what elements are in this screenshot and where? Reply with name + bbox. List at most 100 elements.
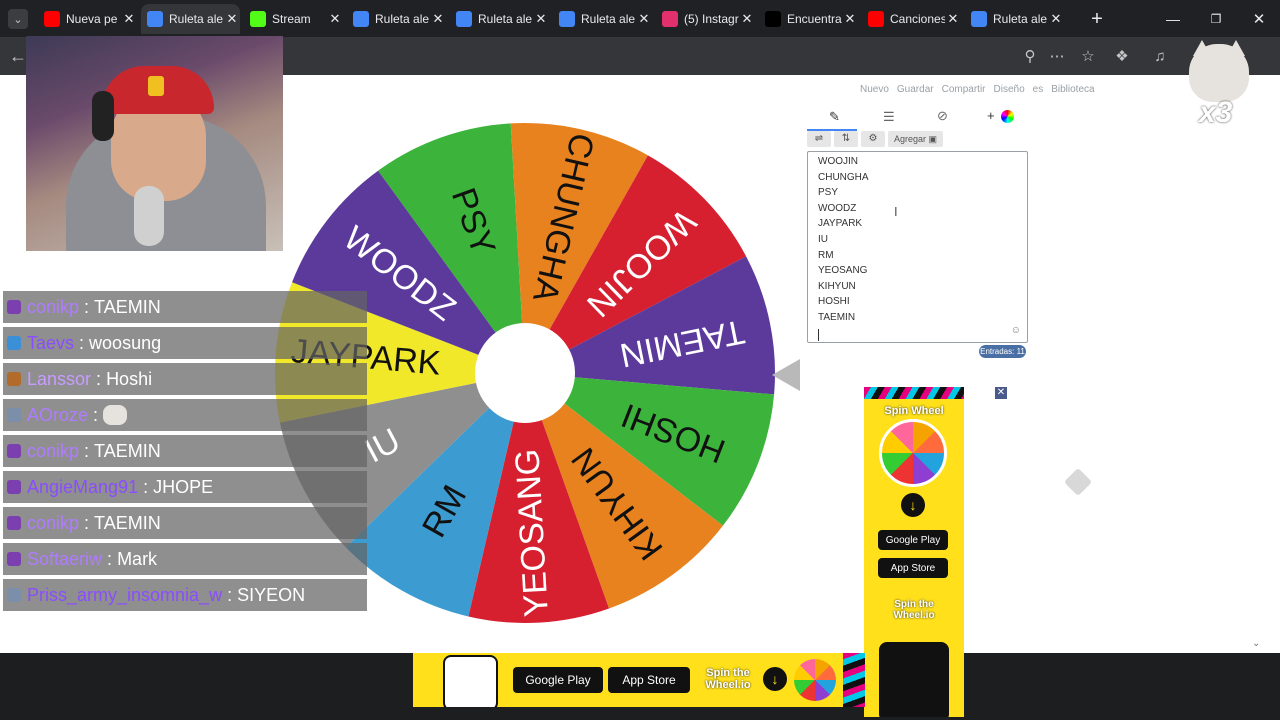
- bottom-download-icon[interactable]: ↓: [763, 667, 787, 691]
- webcam-overlay: [26, 36, 283, 251]
- entry-line: YEOSANG: [818, 265, 868, 277]
- chat-badge-icon: [7, 300, 21, 314]
- chat-text: JHOPE: [153, 476, 214, 497]
- close-tab-icon[interactable]: ✕: [327, 11, 343, 27]
- tab-6[interactable]: (5) Instagr ✕: [656, 4, 755, 34]
- bottom-google-play-button[interactable]: Google Play: [513, 667, 603, 693]
- site-menu: Nuevo Guardar Compartir Diseño es Biblioteca: [860, 84, 1095, 98]
- chat-badge-icon: [7, 552, 21, 566]
- bottom-ad-wheel-icon: [794, 659, 836, 701]
- minimize-icon[interactable]: —: [1163, 9, 1183, 29]
- chat-text: TAEMIN: [94, 512, 161, 533]
- bottom-ad-stripes: [843, 653, 865, 707]
- editor-tabs: ✎ ☰ ⊘ +: [807, 107, 1026, 131]
- entry-line: WOODZ: [818, 202, 857, 214]
- zoom-icon[interactable]: ⚲: [1020, 46, 1040, 66]
- chat-text: Mark: [117, 548, 158, 569]
- close-ad-button[interactable]: ✕: [995, 387, 1007, 399]
- tab-5[interactable]: Ruleta ale ✕: [553, 4, 652, 34]
- chat-message: Taevs: woosung: [3, 327, 367, 359]
- chat-badge-icon: [7, 336, 21, 350]
- media-icon[interactable]: ♫: [1150, 46, 1170, 66]
- settings-button[interactable]: ⚙: [861, 131, 885, 147]
- chat-separator: :: [96, 368, 102, 389]
- wheel-icon: [971, 11, 987, 27]
- google-play-button[interactable]: Google Play: [878, 530, 948, 550]
- menu-item-0[interactable]: Nuevo: [860, 84, 889, 98]
- menu-item-5[interactable]: Biblioteca: [1051, 84, 1094, 98]
- download-icon[interactable]: ↓: [901, 493, 925, 517]
- entries-textarea[interactable]: WOOJIN CHUNGHA PSY WOODZ JAYPARK IU RM YEOSANG K…: [807, 151, 1028, 343]
- tab-title: Ruleta ale: [993, 12, 1048, 26]
- tab-title: Nueva pe: [66, 12, 118, 26]
- close-tab-icon[interactable]: ✕: [636, 11, 652, 27]
- tab-title: Ruleta ale: [478, 12, 533, 26]
- tab-2[interactable]: Stream ✕: [244, 4, 343, 34]
- side-ad[interactable]: Spin Wheel ↓ Google Play App Store Spin …: [864, 387, 964, 717]
- tab-4[interactable]: Ruleta ale ✕: [450, 4, 549, 34]
- tab-title: Ruleta ale: [169, 12, 224, 26]
- chat-username: conikp: [27, 512, 80, 533]
- cat-ear-right: [1227, 40, 1245, 56]
- close-tab-icon[interactable]: ✕: [842, 11, 858, 27]
- bottom-ad[interactable]: Google Play App Store Spin the Wheel.io …: [413, 653, 865, 707]
- menu-item-1[interactable]: Guardar: [897, 84, 934, 98]
- new-tab-icon[interactable]: +: [1087, 8, 1107, 30]
- edit-pencil-icon[interactable]: ✎: [829, 109, 840, 125]
- bottom-app-store-label: App Store: [622, 673, 676, 687]
- close-tab-icon[interactable]: ✕: [739, 11, 755, 27]
- restore-icon[interactable]: ❐: [1206, 9, 1226, 29]
- shuffle-button[interactable]: ⇌: [807, 131, 831, 147]
- chat-badge-icon: [7, 444, 21, 458]
- chat-text: woosung: [89, 332, 162, 353]
- wheel-hub[interactable]: [475, 323, 575, 423]
- instagram-icon: [662, 11, 678, 27]
- cat-emote-overlay: x3: [1183, 40, 1255, 130]
- tab-3[interactable]: Ruleta ale ✕: [347, 4, 446, 34]
- editor-actions: ⇌ ⇅ ⚙ Agregar ▣: [807, 131, 943, 147]
- bookmark-star-icon[interactable]: ☆: [1078, 46, 1098, 66]
- app-store-button[interactable]: App Store: [878, 558, 948, 578]
- emoji-icon[interactable]: ☺: [1011, 325, 1021, 336]
- chat-message: Lanssor: Hoshi: [3, 363, 367, 395]
- chat-badge-icon: [7, 372, 21, 386]
- back-arrow-icon[interactable]: ←: [8, 46, 28, 66]
- sort-button[interactable]: ⇅: [834, 131, 858, 147]
- wheel-icon: [353, 11, 369, 27]
- add-image-button[interactable]: Agregar ▣: [888, 131, 943, 147]
- tab-title: (5) Instagr: [684, 12, 739, 26]
- tab-8[interactable]: Canciones ✕: [862, 4, 961, 34]
- close-tab-icon[interactable]: ✕: [1048, 11, 1064, 27]
- chat-separator: :: [107, 548, 113, 569]
- hide-eye-icon[interactable]: ⊘: [937, 108, 948, 124]
- close-tab-icon[interactable]: ✕: [533, 11, 549, 27]
- bottom-app-store-button[interactable]: App Store: [608, 667, 690, 693]
- tab-9[interactable]: Ruleta ale ✕: [965, 4, 1064, 34]
- extensions-icon[interactable]: ❖: [1112, 46, 1132, 66]
- menu-item-2[interactable]: Compartir: [942, 84, 986, 98]
- clipboard-icon[interactable]: ☰: [883, 109, 895, 125]
- chat-separator: :: [227, 584, 233, 605]
- chat-username: Taevs: [27, 332, 75, 353]
- tab-search-icon[interactable]: ⌄: [8, 9, 28, 29]
- add-image-label: Agregar: [893, 134, 926, 144]
- close-tab-icon[interactable]: ✕: [121, 11, 137, 27]
- chat-username: AOroze: [27, 404, 89, 425]
- menu-item-4[interactable]: es: [1033, 84, 1044, 98]
- color-wheel-icon[interactable]: [1001, 110, 1014, 123]
- chat-badge-icon: [7, 408, 21, 422]
- close-tab-icon[interactable]: ✕: [224, 11, 240, 27]
- menu-item-3[interactable]: Diseño: [994, 84, 1025, 98]
- close-window-icon[interactable]: ✕: [1249, 9, 1269, 29]
- add-plus-icon[interactable]: +: [987, 108, 995, 123]
- tiktok-icon: [765, 11, 781, 27]
- more-icon[interactable]: ⋯: [1047, 46, 1067, 66]
- tab-0[interactable]: Nueva pe ✕: [38, 4, 137, 34]
- entry-line: WOOJIN: [818, 156, 858, 167]
- tab-7[interactable]: Encuentra ✕: [759, 4, 858, 34]
- multiplier-label: x3: [1199, 96, 1233, 129]
- scroll-down-icon[interactable]: ⌄: [1252, 638, 1260, 649]
- close-tab-icon[interactable]: ✕: [945, 11, 961, 27]
- close-tab-icon[interactable]: ✕: [430, 11, 446, 27]
- tab-1[interactable]: Ruleta ale ✕: [141, 4, 240, 34]
